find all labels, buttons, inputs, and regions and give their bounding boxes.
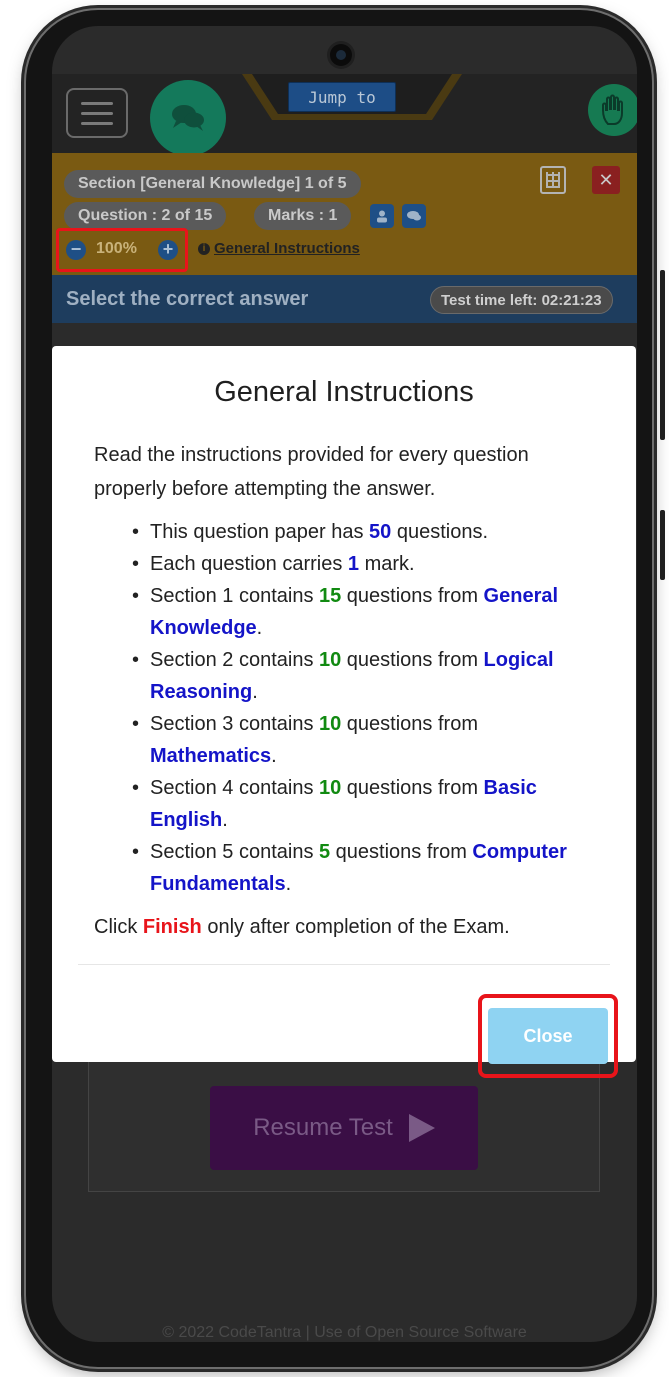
- question-count: 50: [369, 521, 392, 543]
- subject-name: Mathematics: [150, 745, 272, 767]
- zoom-level: 100%: [96, 240, 137, 257]
- list-item: Section 4 contains 10 questions from Bas…: [126, 772, 606, 836]
- raise-hand-button[interactable]: [588, 84, 637, 136]
- list-item: Section 1 contains 15 questions from Gen…: [126, 580, 606, 644]
- zoom-out-button[interactable]: −: [66, 240, 86, 260]
- list-item: Section 3 contains 10 questions from Mat…: [126, 708, 606, 772]
- list-item: Section 2 contains 10 questions from Log…: [126, 644, 606, 708]
- user-icon[interactable]: [370, 204, 394, 228]
- section-badge: Section [General Knowledge] 1 of 5: [64, 170, 361, 198]
- list-item: Each question carries 1 mark.: [126, 548, 606, 580]
- hand-icon: [602, 94, 623, 125]
- modal-divider: [78, 964, 610, 965]
- modal-title: General Instructions: [214, 376, 474, 408]
- test-timer: Test time left: 02:21:23: [430, 286, 613, 314]
- phone-power-button: [660, 510, 665, 580]
- modal-intro: Read the instructions provided for every…: [94, 444, 529, 500]
- question-badge: Question : 2 of 15: [64, 202, 227, 230]
- marks-badge: Marks : 1: [254, 202, 352, 230]
- calculator-icon[interactable]: [540, 166, 566, 194]
- resume-test-button[interactable]: Resume Test: [210, 1086, 478, 1170]
- finish-word: Finish: [142, 916, 202, 938]
- phone-volume-button: [660, 270, 665, 440]
- close-button[interactable]: Close: [488, 1008, 608, 1064]
- info-icon: i: [198, 242, 210, 255]
- chat-button[interactable]: [150, 80, 226, 156]
- resume-test-label: Resume Test: [253, 1114, 393, 1141]
- answer-heading: Select the correct answer: [66, 288, 309, 310]
- list-item: Section 5 contains 5 questions from Comp…: [126, 836, 606, 900]
- general-instructions-label: General Instructions: [214, 240, 360, 257]
- mark-count: 1: [347, 553, 360, 575]
- list-item: This question paper has 50 questions.: [126, 516, 606, 548]
- page-footer: © 2022 CodeTantra | Use of Open Source S…: [162, 1324, 527, 1341]
- front-camera: [330, 44, 352, 66]
- general-instructions-modal: General Instructions Read the instructio…: [52, 346, 636, 1078]
- jump-to-button[interactable]: Jump to: [288, 82, 396, 112]
- zoom-in-button[interactable]: +: [158, 240, 178, 260]
- chat-small-icon[interactable]: [402, 204, 426, 228]
- general-instructions-link[interactable]: i General Instructions: [198, 240, 360, 257]
- play-icon: [408, 1114, 435, 1142]
- menu-button[interactable]: [66, 88, 128, 138]
- instructions-list: This question paper has 50 questions. Ea…: [126, 516, 606, 900]
- chat-icon: [172, 105, 204, 131]
- close-section-button[interactable]: ✕: [592, 166, 620, 194]
- finish-note: Click Finish only after completion of th…: [94, 916, 510, 938]
